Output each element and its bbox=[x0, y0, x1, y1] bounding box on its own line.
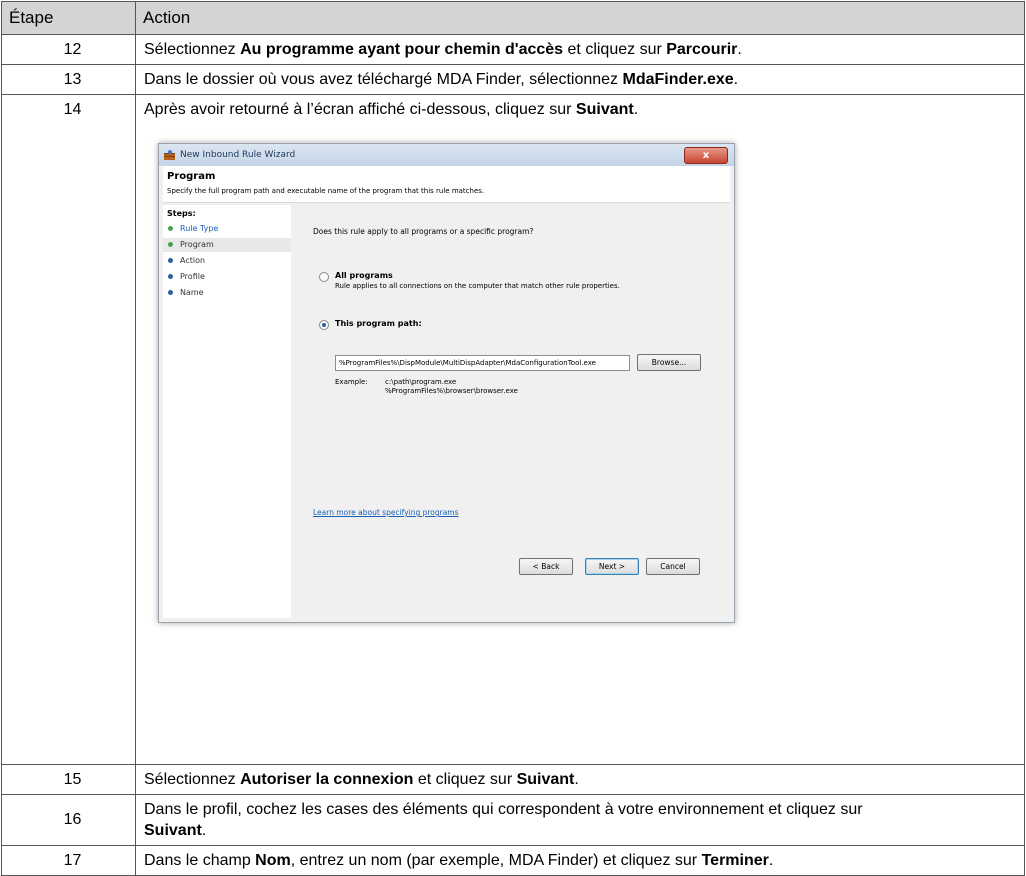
steps-panel: Steps: Rule Type Program Action Profile … bbox=[163, 205, 291, 618]
example-path-1: c:\path\program.exe bbox=[385, 378, 457, 386]
completed-dot-icon bbox=[168, 226, 173, 231]
text: . bbox=[733, 70, 739, 88]
pending-dot-icon bbox=[168, 290, 173, 295]
table-row: 14 Après avoir retourné à l’écran affich… bbox=[1, 94, 1025, 765]
steps-label: Steps: bbox=[167, 209, 196, 218]
firewall-icon bbox=[164, 150, 175, 160]
wizard-content: Does this rule apply to all programs or … bbox=[293, 205, 730, 618]
text: . bbox=[201, 822, 207, 839]
bold-text: Au programme ayant pour chemin d'accès bbox=[240, 40, 564, 58]
text: . bbox=[633, 101, 639, 118]
step-item-profile: Profile bbox=[163, 270, 291, 284]
step-action: Dans le dossier où vous avez téléchargé … bbox=[135, 64, 1025, 95]
step-label: Rule Type bbox=[180, 224, 219, 233]
table-row: 17 Dans le champ Nom, entrez un nom (par… bbox=[1, 845, 1025, 876]
all-programs-label[interactable]: All programs bbox=[335, 271, 393, 280]
bold-text: Nom bbox=[255, 851, 291, 869]
step-action: Sélectionnez Au programme ayant pour che… bbox=[135, 34, 1025, 65]
steps-table: Étape Action 12 Sélectionnez Au programm… bbox=[1, 1, 1025, 876]
bold-text: Suivant bbox=[516, 770, 575, 788]
text: et cliquez sur bbox=[563, 40, 667, 58]
example-path-2: %ProgramFiles%\browser\browser.exe bbox=[385, 387, 518, 395]
bold-text: Parcourir bbox=[666, 40, 738, 58]
current-dot-icon bbox=[168, 242, 173, 247]
text: . bbox=[737, 40, 742, 58]
header-action: Action bbox=[135, 1, 1025, 35]
step-action: Sélectionnez Autoriser la connexion et c… bbox=[135, 764, 1025, 795]
table-row: 15 Sélectionnez Autoriser la connexion e… bbox=[1, 764, 1025, 795]
program-path-input[interactable]: %ProgramFiles%\DispModule\MultiDispAdapt… bbox=[335, 355, 630, 371]
back-button[interactable]: < Back bbox=[519, 558, 573, 575]
pending-dot-icon bbox=[168, 274, 173, 279]
step-number: 14 bbox=[1, 94, 136, 765]
all-programs-radio[interactable] bbox=[319, 272, 329, 282]
text: Dans le dossier où vous avez téléchargé … bbox=[144, 70, 623, 88]
text: Dans le champ bbox=[144, 851, 256, 869]
table-row: 16 Dans le profil, cochez les cases des … bbox=[1, 794, 1025, 846]
step-item-program[interactable]: Program bbox=[163, 238, 291, 252]
bold-text: Suivant bbox=[575, 101, 634, 118]
wizard-header: Program Specify the full program path an… bbox=[163, 166, 730, 203]
wizard-titlebar: New Inbound Rule Wizard x bbox=[159, 144, 734, 166]
text: . bbox=[768, 851, 774, 869]
text: . bbox=[574, 770, 579, 788]
text: Dans le profil, cochez les cases des élé… bbox=[144, 801, 863, 818]
question-text: Does this rule apply to all programs or … bbox=[313, 227, 534, 236]
pending-dot-icon bbox=[168, 258, 173, 263]
text: , entrez un nom (par exemple, MDA Finder… bbox=[290, 851, 702, 869]
step-text: Après avoir retourné à l’écran affiché c… bbox=[144, 95, 1024, 119]
bold-text: MdaFinder.exe bbox=[622, 70, 734, 88]
step-action: Dans le champ Nom, entrez un nom (par ex… bbox=[135, 845, 1025, 876]
step-text: Dans le profil, cochez les cases des élé… bbox=[144, 799, 904, 841]
table-header-row: Étape Action bbox=[1, 1, 1025, 35]
table-row: 13 Dans le dossier où vous avez téléchar… bbox=[1, 64, 1025, 95]
wizard-screenshot: New Inbound Rule Wizard x Program Specif… bbox=[158, 143, 735, 623]
text: Sélectionnez bbox=[144, 770, 241, 788]
step-number: 12 bbox=[1, 34, 136, 65]
step-item-rule-type[interactable]: Rule Type bbox=[163, 222, 291, 236]
all-programs-description: Rule applies to all connections on the c… bbox=[335, 282, 620, 290]
bold-text: Suivant bbox=[144, 822, 202, 839]
step-action: Après avoir retourné à l’écran affiché c… bbox=[135, 94, 1025, 765]
table-row: 12 Sélectionnez Au programme ayant pour … bbox=[1, 34, 1025, 65]
header-step: Étape bbox=[1, 1, 136, 35]
wizard-title: New Inbound Rule Wizard bbox=[180, 150, 296, 160]
cancel-button[interactable]: Cancel bbox=[646, 558, 700, 575]
this-program-radio[interactable] bbox=[319, 320, 329, 330]
page-title: Program bbox=[167, 171, 216, 182]
example-label: Example: bbox=[335, 378, 368, 386]
next-button[interactable]: Next > bbox=[585, 558, 639, 575]
step-label: Action bbox=[180, 256, 206, 265]
bold-text: Autoriser la connexion bbox=[240, 770, 414, 788]
step-item-action: Action bbox=[163, 254, 291, 268]
step-item-name: Name bbox=[163, 286, 291, 300]
text: Après avoir retourné à l’écran affiché c… bbox=[144, 101, 576, 118]
step-label: Profile bbox=[180, 272, 205, 281]
text: et cliquez sur bbox=[413, 770, 517, 788]
this-program-label[interactable]: This program path: bbox=[335, 319, 422, 328]
text: Sélectionnez bbox=[144, 40, 241, 58]
step-action: Dans le profil, cochez les cases des élé… bbox=[135, 794, 1025, 846]
step-number: 13 bbox=[1, 64, 136, 95]
close-button[interactable]: x bbox=[684, 147, 728, 164]
step-number: 16 bbox=[1, 794, 136, 846]
step-label: Program bbox=[180, 240, 214, 249]
learn-more-link[interactable]: Learn more about specifying programs bbox=[313, 508, 459, 517]
step-number: 17 bbox=[1, 845, 136, 876]
page-subtitle: Specify the full program path and execut… bbox=[167, 187, 485, 195]
browse-button[interactable]: Browse... bbox=[637, 354, 701, 371]
step-number: 15 bbox=[1, 764, 136, 795]
bold-text: Terminer bbox=[701, 851, 769, 869]
step-label: Name bbox=[180, 288, 204, 297]
